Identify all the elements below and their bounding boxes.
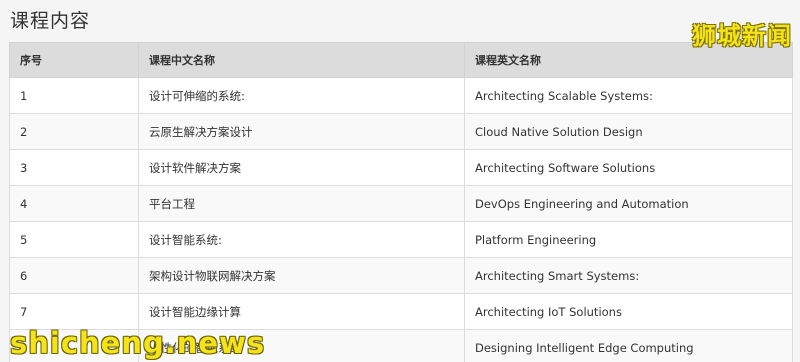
cell-english-name: Cloud Native Solution Design xyxy=(464,113,793,150)
header-row: 序号 课程中文名称 课程英文名称 xyxy=(9,42,793,78)
cell-number: 6 xyxy=(9,257,139,294)
cell-english-name: Architecting Smart Systems: xyxy=(464,257,793,294)
table-row: 6 架构设计物联网解决方案 Architecting Smart Systems… xyxy=(9,257,793,294)
cell-chinese-name: 架构设计物联网解决方案 xyxy=(138,257,465,294)
table-row: 3 设计软件解决方案 Architecting Software Solutio… xyxy=(9,149,793,186)
table-row: 5 设计智能系统: Platform Engineering xyxy=(9,221,793,258)
table-row: 2 云原生解决方案设计 Cloud Native Solution Design xyxy=(9,113,793,150)
cell-chinese-name: 设计软件解决方案 xyxy=(138,149,465,186)
header-chinese-name: 课程中文名称 xyxy=(138,42,465,78)
cell-english-name: DevOps Engineering and Automation xyxy=(464,185,793,222)
header-number: 序号 xyxy=(9,42,139,78)
cell-number: 2 xyxy=(9,113,139,150)
cell-english-name: Architecting IoT Solutions xyxy=(464,293,793,330)
course-table: 序号 课程中文名称 课程英文名称 1 设计可伸缩的系统: Architectin… xyxy=(9,42,793,362)
cell-chinese-name: 设计可伸缩的系统: xyxy=(138,77,465,114)
table-header: 序号 课程中文名称 课程英文名称 xyxy=(9,42,793,78)
watermark-logo-top: 狮城新闻 xyxy=(692,22,792,50)
cell-chinese-name: 云原生解决方案设计 xyxy=(138,113,465,150)
cell-english-name: Architecting Software Solutions xyxy=(464,149,793,186)
watermark-logo-bottom: shicheng.news xyxy=(10,326,266,360)
cell-chinese-name: 设计智能系统: xyxy=(138,221,465,258)
cell-number: 4 xyxy=(9,185,139,222)
table-row: 1 设计可伸缩的系统: Architecting Scalable System… xyxy=(9,77,793,114)
cell-english-name: Architecting Scalable Systems: xyxy=(464,77,793,114)
table-body: 1 设计可伸缩的系统: Architecting Scalable System… xyxy=(9,77,793,362)
page: 课程内容 序号 课程中文名称 课程英文名称 1 设计可伸缩的系统: Archit… xyxy=(0,0,800,362)
table-row: 4 平台工程 DevOps Engineering and Automation xyxy=(9,185,793,222)
cell-chinese-name: 设计智能边缘计算 xyxy=(138,293,465,330)
cell-number: 5 xyxy=(9,221,139,258)
table-row: 7 设计智能边缘计算 Architecting IoT Solutions xyxy=(9,293,793,330)
page-title: 课程内容 xyxy=(10,10,91,32)
cell-english-name: Platform Engineering xyxy=(464,221,793,258)
cell-number: 3 xyxy=(9,149,139,186)
cell-number: 7 xyxy=(9,293,139,330)
cell-english-name: Designing Intelligent Edge Computing xyxy=(464,329,793,362)
cell-number: 1 xyxy=(9,77,139,114)
cell-chinese-name: 平台工程 xyxy=(138,185,465,222)
